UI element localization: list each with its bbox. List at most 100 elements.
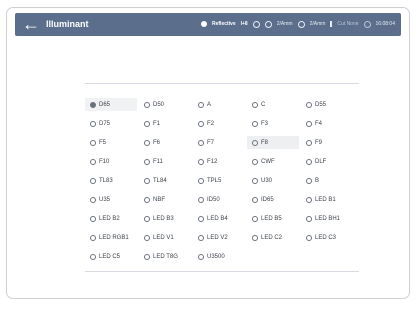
- illuminant-option[interactable]: C: [247, 98, 299, 111]
- illuminant-option[interactable]: F1: [139, 117, 191, 130]
- illuminant-label: LED V1: [153, 234, 174, 241]
- illuminant-option[interactable]: D75: [85, 117, 137, 130]
- illuminant-option[interactable]: TPL5: [193, 174, 245, 187]
- illuminant-label: LED RGB1: [99, 234, 129, 241]
- radio-unchecked-icon: [198, 120, 204, 127]
- illuminant-option[interactable]: F11: [139, 155, 191, 168]
- illuminant-label: LED B1: [315, 196, 336, 203]
- radio-unchecked-icon: [252, 158, 258, 165]
- illuminant-option[interactable]: LED B1: [301, 193, 353, 206]
- illuminant-label: F8: [261, 139, 269, 146]
- radio-unchecked-icon: [306, 234, 312, 241]
- illuminant-option[interactable]: F4: [301, 117, 353, 130]
- observer-2-icon: [297, 20, 305, 28]
- illuminant-option[interactable]: U35: [85, 193, 137, 206]
- illuminant-option[interactable]: F12: [193, 155, 245, 168]
- illuminant-option[interactable]: D50: [139, 98, 191, 111]
- radio-unchecked-icon: [306, 177, 312, 184]
- radio-unchecked-icon: [90, 253, 96, 260]
- illuminant-label: ID50: [207, 196, 220, 203]
- page-title: Illuminant: [46, 19, 89, 29]
- illuminant-label: LED B2: [99, 215, 120, 222]
- illuminant-option[interactable]: F2: [193, 117, 245, 130]
- illuminant-label: LED C5: [99, 253, 121, 260]
- illuminant-option[interactable]: ID65: [247, 193, 299, 206]
- radio-unchecked-icon: [198, 196, 204, 203]
- illuminant-option[interactable]: LED B4: [193, 212, 245, 225]
- illuminant-option[interactable]: LED T8G: [139, 250, 191, 263]
- radio-unchecked-icon: [252, 177, 258, 184]
- illuminant-label: U30: [261, 177, 273, 184]
- radio-unchecked-icon: [198, 253, 204, 260]
- radio-unchecked-icon: [252, 234, 258, 241]
- illuminant-option[interactable]: D55: [301, 98, 353, 111]
- illuminant-label: NBF: [153, 196, 165, 203]
- aperture-label: I+8: [240, 21, 248, 27]
- illuminant-option[interactable]: F7: [193, 136, 245, 149]
- illuminant-label: F1: [153, 120, 161, 127]
- illuminant-option[interactable]: F6: [139, 136, 191, 149]
- illuminant-option[interactable]: LED B2: [85, 212, 137, 225]
- illuminant-option[interactable]: LED BH1: [301, 212, 353, 225]
- illuminant-option[interactable]: DLF: [301, 155, 353, 168]
- radio-unchecked-icon: [198, 158, 204, 165]
- filter-label: Cut None: [337, 21, 359, 27]
- illuminant-label: ID65: [261, 196, 274, 203]
- radio-unchecked-icon: [306, 215, 312, 222]
- radio-unchecked-icon: [144, 253, 150, 260]
- illuminant-option[interactable]: NBF: [139, 193, 191, 206]
- observer-label-2: 2/Amm: [309, 21, 326, 27]
- dot-icon: [201, 21, 207, 27]
- illuminant-label: TL84: [153, 177, 167, 184]
- illuminant-label: F11: [153, 158, 163, 165]
- radio-unchecked-icon: [252, 101, 258, 108]
- illuminant-option[interactable]: LED C2: [247, 231, 299, 244]
- illuminant-option[interactable]: B: [301, 174, 353, 187]
- illuminant-option[interactable]: LED V1: [139, 231, 191, 244]
- illuminant-option[interactable]: F10: [85, 155, 137, 168]
- illuminant-option[interactable]: F9: [301, 136, 353, 149]
- illuminant-option[interactable]: ID50: [193, 193, 245, 206]
- illuminant-option[interactable]: CWF: [247, 155, 299, 168]
- illuminant-option[interactable]: TL84: [139, 174, 191, 187]
- illuminant-option[interactable]: A: [193, 98, 245, 111]
- illuminant-option[interactable]: U3500: [193, 250, 245, 263]
- illuminant-option[interactable]: U30: [247, 174, 299, 187]
- radio-unchecked-icon: [90, 196, 96, 203]
- illuminant-label: A: [207, 101, 212, 108]
- illuminant-label: LED C3: [315, 234, 337, 241]
- illuminant-option[interactable]: LED B3: [139, 212, 191, 225]
- illuminant-label: F5: [99, 139, 107, 146]
- radio-unchecked-icon: [144, 139, 150, 146]
- illuminant-label: F4: [315, 120, 323, 127]
- illuminant-label: F10: [99, 158, 110, 165]
- illuminant-option[interactable]: LED B5: [247, 212, 299, 225]
- radio-unchecked-icon: [252, 196, 258, 203]
- illuminant-option[interactable]: LED C5: [85, 250, 137, 263]
- illuminant-option[interactable]: F5: [85, 136, 137, 149]
- radio-unchecked-icon: [252, 215, 258, 222]
- radio-unchecked-icon: [198, 177, 204, 184]
- illuminant-option[interactable]: TL83: [85, 174, 137, 187]
- radio-unchecked-icon: [90, 215, 96, 222]
- illuminant-option[interactable]: LED RGB1: [85, 231, 137, 244]
- illuminant-label: LED B4: [207, 215, 228, 222]
- illuminant-label: DLF: [315, 158, 327, 165]
- radio-unchecked-icon: [252, 139, 258, 146]
- radio-unchecked-icon: [144, 196, 150, 203]
- mode-label: Reflective: [212, 21, 236, 27]
- illuminant-option[interactable]: F8: [247, 136, 299, 149]
- radio-unchecked-icon: [90, 120, 96, 127]
- back-arrow-icon[interactable]: ←: [22, 14, 40, 34]
- illuminant-option[interactable]: F3: [247, 117, 299, 130]
- illuminant-label: U35: [99, 196, 111, 203]
- radio-unchecked-icon: [144, 215, 150, 222]
- illuminant-label: D55: [315, 101, 327, 108]
- illuminant-label: D65: [99, 101, 111, 108]
- illuminant-label: F3: [261, 120, 269, 127]
- illuminant-option[interactable]: D65: [85, 98, 137, 111]
- illuminant-label: D75: [99, 120, 111, 127]
- content-area: D65 D50 A C D55 D75 F1 F2 F3 F4 F5 F6 F7 F8 F9 F10 F11 F1…: [15, 36, 401, 292]
- illuminant-option[interactable]: LED V2: [193, 231, 245, 244]
- illuminant-option[interactable]: LED C3: [301, 231, 353, 244]
